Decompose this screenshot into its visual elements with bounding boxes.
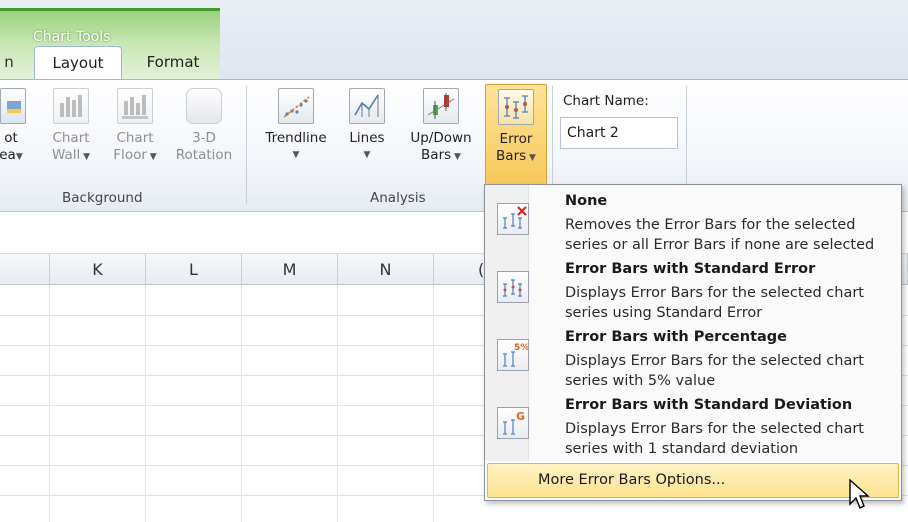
std-dev-badge: G <box>516 410 525 423</box>
menu-item-title: Error Bars with Percentage <box>565 329 787 345</box>
analysis-group-label: Analysis <box>370 190 426 206</box>
chart-name-input[interactable]: Chart 2 <box>560 117 678 149</box>
tab-layout[interactable]: Layout <box>34 46 122 80</box>
chart-floor-icon <box>117 88 153 124</box>
column-header-n[interactable]: N <box>338 254 434 285</box>
menu-item-description: Removes the Error Bars for the selected … <box>565 217 875 253</box>
up-down-bars-button[interactable]: Up/Down Bars ▼ <box>400 86 482 166</box>
chart-floor-label-1: Chart <box>116 130 154 146</box>
tab-partial-left[interactable]: n <box>0 46 18 80</box>
more-error-bars-options[interactable]: More Error Bars Options... <box>487 463 899 498</box>
column-header-l[interactable]: L <box>146 254 242 285</box>
error-bars-button[interactable]: Error Bars ▼ <box>485 84 547 186</box>
menu-item-title: None <box>565 193 608 209</box>
trendline-icon <box>278 88 314 124</box>
error-bars-standard-error-icon <box>497 271 529 303</box>
menu-item-title: Error Bars with Standard Error <box>565 261 816 277</box>
error-bars-percentage-icon: 5% <box>497 339 529 371</box>
menu-item-description: Displays Error Bars for the selected cha… <box>565 285 864 321</box>
grid-line <box>337 285 338 522</box>
plot-area-button[interactable]: ot ea▼ <box>0 86 28 166</box>
plot-area-icon <box>0 88 26 124</box>
chart-wall-icon <box>53 88 89 124</box>
error-bars-none-icon <box>497 203 529 235</box>
menu-item-description: Displays Error Bars for the selected cha… <box>565 353 864 389</box>
menu-item-none[interactable]: None Removes the Error Bars for the sele… <box>485 191 901 257</box>
menu-item-standard-error[interactable]: Error Bars with Standard Error Displays … <box>485 259 901 325</box>
lines-icon <box>349 88 385 124</box>
up-down-bars-label-1: Up/Down <box>410 130 472 146</box>
menu-item-title: Error Bars with Standard Deviation <box>565 397 853 413</box>
column-header-m[interactable]: M <box>242 254 338 285</box>
grid-line <box>241 285 242 522</box>
trendline-label: Trendline <box>265 130 327 146</box>
chart-wall-label-2: Wall <box>51 147 81 163</box>
chart-floor-button[interactable]: Chart Floor ▼ <box>108 86 162 166</box>
chart-wall-label-1: Chart <box>52 130 90 146</box>
trendline-button[interactable]: Trendline ▼ <box>256 86 336 164</box>
chart-wall-button[interactable]: Chart Wall ▼ <box>46 86 96 166</box>
percentage-badge: 5% <box>514 343 528 353</box>
error-bars-label-1: Error <box>499 131 533 147</box>
error-bars-dropdown-menu: None Removes the Error Bars for the sele… <box>484 184 902 501</box>
3d-rotation-label-2: Rotation <box>175 147 233 163</box>
menu-item-standard-deviation[interactable]: G Error Bars with Standard Deviation Dis… <box>485 395 901 461</box>
chart-tools-title: Chart Tools <box>33 29 111 45</box>
column-header-k[interactable]: K <box>50 254 146 285</box>
chart-floor-label-2: Floor <box>113 147 147 163</box>
grid-line <box>49 285 50 522</box>
3d-rotation-label-1: 3-D <box>192 130 216 146</box>
column-header-partial[interactable] <box>0 254 50 285</box>
3d-rotation-button[interactable]: 3-D Rotation <box>168 86 240 164</box>
error-bars-icon <box>498 89 534 125</box>
up-down-bars-label-2: Bars <box>421 147 452 163</box>
grid-line <box>145 285 146 522</box>
up-down-bars-icon <box>423 88 459 124</box>
background-group-label: Background <box>62 190 143 206</box>
grid-line <box>433 285 434 522</box>
menu-item-description: Displays Error Bars for the selected cha… <box>565 421 864 457</box>
group-separator <box>246 86 247 204</box>
error-bars-std-dev-icon: G <box>497 407 529 439</box>
mouse-cursor-icon <box>849 478 870 509</box>
error-bars-label-2: Bars <box>496 148 527 164</box>
menu-item-percentage[interactable]: 5% Error Bars with Percentage Displays E… <box>485 327 901 393</box>
lines-label: Lines <box>349 130 385 146</box>
plot-area-label-2: ea <box>0 147 16 163</box>
tab-format[interactable]: Format <box>126 46 220 80</box>
plot-area-label-1: ot <box>4 130 18 146</box>
3d-rotation-icon <box>186 88 222 124</box>
lines-button[interactable]: Lines ▼ <box>342 86 392 164</box>
chart-name-label: Chart Name: <box>563 93 649 109</box>
